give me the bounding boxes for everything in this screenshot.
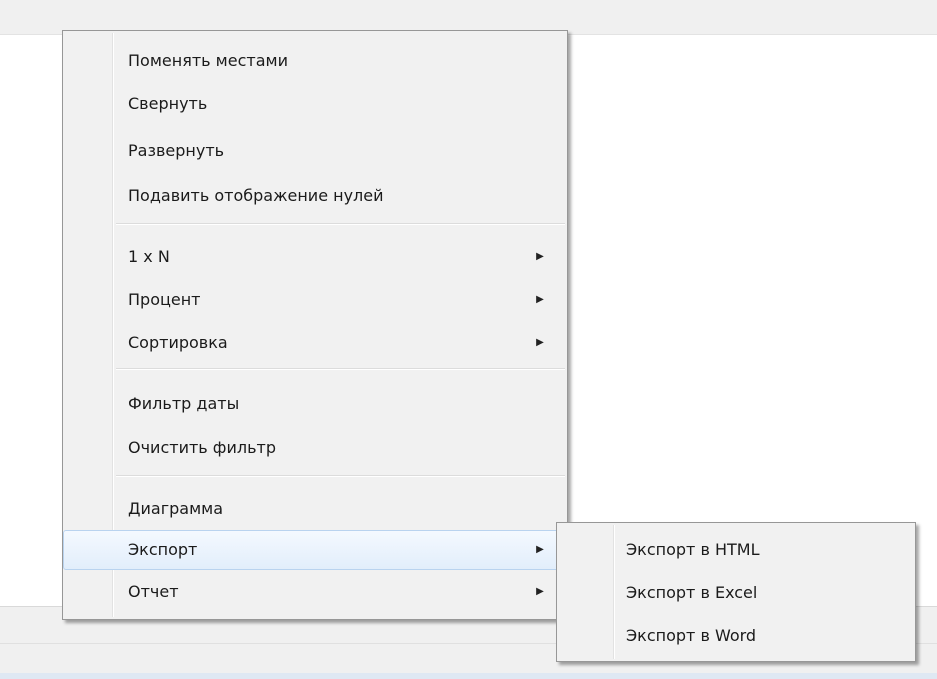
menu-item-report[interactable]: Отчет ▶ (66, 572, 564, 612)
menu-item-clear-filter[interactable]: Очистить фильтр (66, 428, 564, 468)
submenu-arrow-icon: ▶ (536, 586, 544, 597)
menu-item-label: Поменять местами (128, 51, 288, 70)
menu-item-swap[interactable]: Поменять местами (66, 41, 564, 81)
export-submenu: Экспорт в HTML Экспорт в Excel Экспорт в… (556, 522, 916, 662)
submenu-arrow-icon: ▶ (536, 337, 544, 348)
menu-item-label: Процент (128, 290, 201, 309)
menu-item-label: Диаграмма (128, 499, 224, 518)
submenu-arrow-icon: ▶ (536, 544, 544, 555)
menu-item-expand[interactable]: Развернуть (66, 131, 564, 171)
submenu-item-label: Экспорт в Excel (626, 583, 758, 602)
submenu-item-export-excel[interactable]: Экспорт в Excel (560, 573, 912, 613)
submenu-item-export-html[interactable]: Экспорт в HTML (560, 530, 912, 570)
menu-item-date-filter[interactable]: Фильтр даты (66, 384, 564, 424)
menu-separator (116, 475, 565, 477)
menu-item-suppress-zeros[interactable]: Подавить отображение нулей (66, 176, 564, 216)
menu-item-1xn[interactable]: 1 x N ▶ (66, 237, 564, 277)
menu-item-label: Отчет (128, 582, 179, 601)
menu-item-percent[interactable]: Процент ▶ (66, 280, 564, 320)
menu-item-collapse[interactable]: Свернуть (66, 84, 564, 124)
menu-item-export[interactable]: Экспорт ▶ (63, 530, 566, 570)
submenu-item-export-word[interactable]: Экспорт в Word (560, 616, 912, 656)
menu-item-sort[interactable]: Сортировка ▶ (66, 323, 564, 363)
menu-item-label: Очистить фильтр (128, 438, 277, 457)
menu-item-chart[interactable]: Диаграмма (66, 489, 564, 529)
menu-item-label: Развернуть (128, 141, 225, 160)
menu-item-label: Фильтр даты (128, 394, 240, 413)
menu-separator (116, 368, 565, 370)
menu-item-label: Экспорт (128, 540, 198, 559)
menu-item-label: Свернуть (128, 94, 208, 113)
context-menu: Поменять местами Свернуть Развернуть Под… (62, 30, 568, 620)
submenu-arrow-icon: ▶ (536, 294, 544, 305)
menu-separator (116, 223, 565, 225)
menu-item-label: Подавить отображение нулей (128, 186, 384, 205)
bottom-edge (0, 673, 937, 679)
submenu-arrow-icon: ▶ (536, 251, 544, 262)
menu-item-label: Сортировка (128, 333, 228, 352)
submenu-item-label: Экспорт в HTML (626, 540, 760, 559)
menu-item-label: 1 x N (128, 247, 170, 266)
submenu-item-label: Экспорт в Word (626, 626, 757, 645)
